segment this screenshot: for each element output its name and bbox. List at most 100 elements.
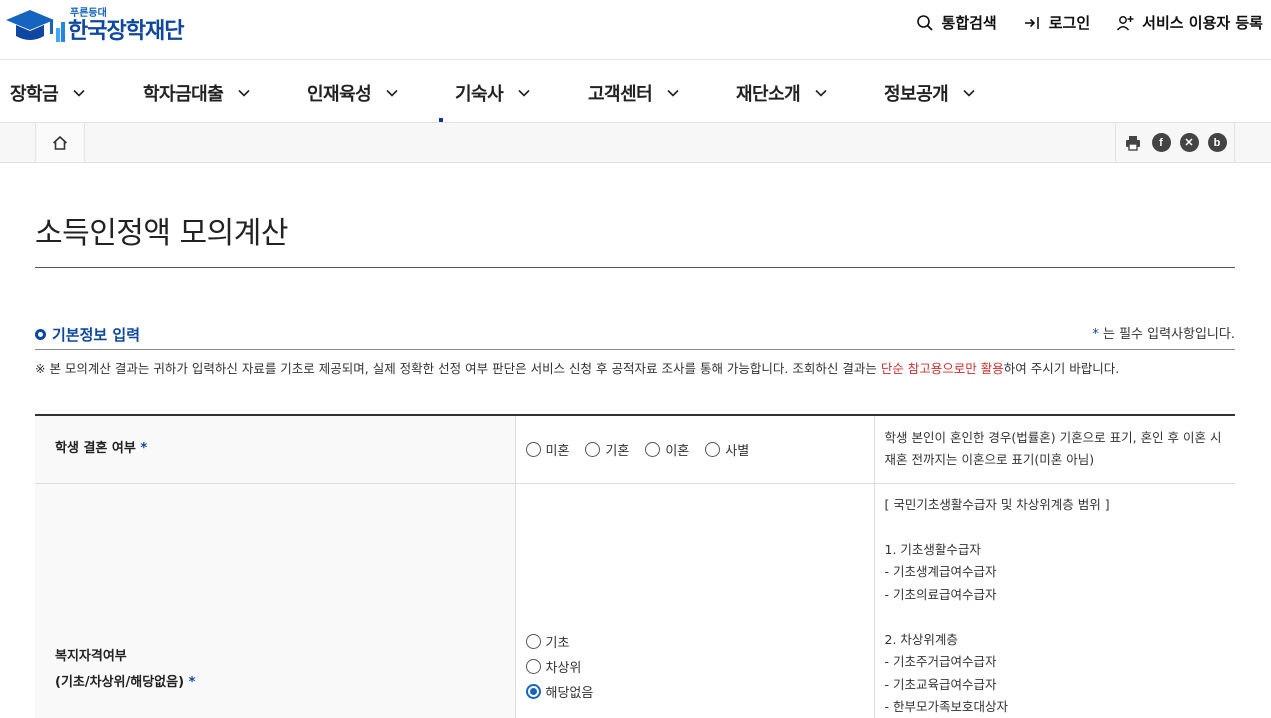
radio-circle[interactable] <box>585 441 601 457</box>
radio-circle-checked[interactable] <box>525 683 541 699</box>
site-logo[interactable]: 푸른등대 한국장학재단 <box>4 6 184 46</box>
welfare-radio-group: 기초 차상위 해당없음 <box>525 632 874 701</box>
desc-line: - 한부모가족보호대상자 <box>884 699 1008 714</box>
nav-scholarship[interactable]: 장학금 <box>10 80 86 106</box>
location-bar: f ✕ b <box>0 123 1271 163</box>
chevron-down-icon <box>518 89 530 97</box>
logo-tagline: 푸른등대 <box>70 8 107 19</box>
section-header: 기본정보 입력 * 는 필수 입력사항입니다. <box>35 322 1235 350</box>
chevron-down-icon <box>386 89 398 97</box>
nav-label: 인재육성 <box>307 84 372 105</box>
welfare-input-cell: 기초 차상위 해당없음 <box>515 483 875 718</box>
notice-suffix: 하여 주시기 바랍니다. <box>1003 361 1120 376</box>
nav-label: 재단소개 <box>736 84 801 105</box>
welfare-radio-none[interactable]: 해당없음 <box>525 682 874 701</box>
nav-label: 장학금 <box>10 84 59 105</box>
register-label: 서비스 이용자 등록 <box>1142 14 1263 32</box>
radio-circle[interactable] <box>525 441 541 457</box>
table-row: 복지자격여부 (기초/차상위/해당없음) * 기초 차상위 해당없음 [ 국민기… <box>35 483 1235 718</box>
nav-label: 정보공개 <box>884 84 949 105</box>
share-tools: f ✕ b <box>1115 123 1235 162</box>
graduation-cap-icon <box>4 6 66 46</box>
nav-dormitory[interactable]: 기숙사 <box>455 80 531 106</box>
x-icon[interactable]: ✕ <box>1179 133 1199 152</box>
chevron-down-icon <box>963 89 975 97</box>
facebook-icon[interactable]: f <box>1151 133 1171 152</box>
title-divider <box>35 267 1235 268</box>
chevron-down-icon <box>667 89 679 97</box>
nav-disclosure[interactable]: 정보공개 <box>884 80 976 106</box>
nav-label: 고객센터 <box>588 84 653 105</box>
welfare-label-sub: (기초/차상위/해당없음) <box>55 674 185 690</box>
desc-line: 2. 차상위계층 <box>884 631 958 647</box>
desc-line: - 기초교육급여수급자 <box>884 676 997 692</box>
nav-label: 기숙사 <box>455 84 504 105</box>
main-navigation: 장학금 학자금대출 인재육성 기숙사 고객센터 재단소개 정보공개 <box>0 60 1271 123</box>
required-star: * <box>188 674 196 690</box>
welfare-label: 복지자격여부 <box>55 648 127 664</box>
required-star: * <box>140 441 148 457</box>
desc-line: - 기초의료급여수급자 <box>884 586 997 602</box>
utility-menu: 통합검색 로그인 서비스 이용자 등록 <box>916 12 1263 33</box>
chevron-down-icon <box>73 89 85 97</box>
radio-label: 차상위 <box>545 660 582 676</box>
welfare-radio-near-poverty[interactable]: 차상위 <box>525 657 874 676</box>
notice-highlight: 단순 참고용으로만 활용 <box>880 361 1004 376</box>
marriage-input-cell: 미혼 기혼 이혼 사별 <box>515 415 875 484</box>
desc-line <box>885 606 1226 629</box>
marriage-label-cell: 학생 결혼 여부 * <box>35 415 516 484</box>
search-icon <box>916 14 933 31</box>
marriage-radio-group: 미혼 기혼 이혼 사별 <box>525 440 874 459</box>
search-label: 통합검색 <box>941 14 997 32</box>
bullet-ring-icon <box>35 329 46 340</box>
marriage-radio-married[interactable]: 기혼 <box>585 440 629 459</box>
radio-circle[interactable] <box>525 658 541 674</box>
nav-loan[interactable]: 학자금대출 <box>143 80 251 106</box>
required-note: * 는 필수 입력사항입니다. <box>1092 323 1235 342</box>
desc-line: [ 국민기초생활수급자 및 차상위계층 범위 ] <box>884 496 1110 512</box>
radio-label: 이혼 <box>665 443 690 459</box>
chevron-down-icon <box>238 89 250 97</box>
print-icon[interactable] <box>1124 133 1143 152</box>
login-label: 로그인 <box>1048 14 1091 32</box>
section-title-text: 기본정보 입력 <box>52 326 141 344</box>
desc-line <box>885 516 1226 539</box>
page-title: 소득인정액 모의계산 <box>35 216 288 251</box>
welfare-label-cell: 복지자격여부 (기초/차상위/해당없음) * <box>35 483 516 718</box>
search-link[interactable]: 통합검색 <box>916 12 997 33</box>
notice-prefix: ※ 본 모의계산 결과는 귀하가 입력하신 자료를 기초로 제공되며, 실제 정… <box>35 361 881 376</box>
welfare-description: [ 국민기초생활수급자 및 차상위계층 범위 ] 1. 기초생활수급자 - 기초… <box>874 483 1235 718</box>
radio-circle[interactable] <box>705 441 721 457</box>
home-button[interactable] <box>35 123 85 162</box>
radio-label: 미혼 <box>545 443 570 459</box>
radio-circle[interactable] <box>645 441 661 457</box>
blog-icon[interactable]: b <box>1207 133 1227 152</box>
nav-about[interactable]: 재단소개 <box>736 80 828 106</box>
chevron-down-icon <box>815 89 827 97</box>
user-add-icon <box>1117 15 1134 31</box>
marriage-radio-single[interactable]: 미혼 <box>525 440 570 459</box>
nav-talent[interactable]: 인재육성 <box>307 80 399 106</box>
table-row: 학생 결혼 여부 * 미혼 기혼 이혼 사별 학생 본인이 혼인한 경우(법률혼… <box>35 415 1235 484</box>
home-icon <box>52 135 68 150</box>
desc-line: 1. 기초생활수급자 <box>884 541 981 557</box>
marriage-radio-widowed[interactable]: 사별 <box>705 440 749 459</box>
radio-label: 해당없음 <box>545 685 594 701</box>
nav-label: 학자금대출 <box>143 84 224 105</box>
basic-info-form: 학생 결혼 여부 * 미혼 기혼 이혼 사별 학생 본인이 혼인한 경우(법률혼… <box>35 414 1235 718</box>
desc-line: - 기초생계급여수급자 <box>884 564 997 579</box>
welfare-radio-basic[interactable]: 기초 <box>525 632 874 651</box>
required-note-text: 는 필수 입력사항입니다. <box>1098 327 1235 342</box>
notice-text: ※ 본 모의계산 결과는 귀하가 입력하신 자료를 기초로 제공되며, 실제 정… <box>35 358 1235 380</box>
marriage-description: 학생 본인이 혼인한 경우(법률혼) 기혼으로 표기, 혼인 후 이혼 시 재혼… <box>874 415 1235 484</box>
marriage-radio-divorced[interactable]: 이혼 <box>645 440 689 459</box>
radio-label: 기초 <box>545 635 570 651</box>
login-link[interactable]: 로그인 <box>1023 12 1090 33</box>
radio-label: 기혼 <box>605 443 630 459</box>
site-header: 푸른등대 한국장학재단 통합검색 로그인 서비스 이용자 등록 <box>0 0 1271 60</box>
radio-circle[interactable] <box>525 633 541 649</box>
section-title: 기본정보 입력 <box>35 324 140 345</box>
register-link[interactable]: 서비스 이용자 등록 <box>1116 12 1263 33</box>
nav-customer-center[interactable]: 고객센터 <box>588 80 680 106</box>
desc-line: - 기초주거급여수급자 <box>884 654 997 669</box>
